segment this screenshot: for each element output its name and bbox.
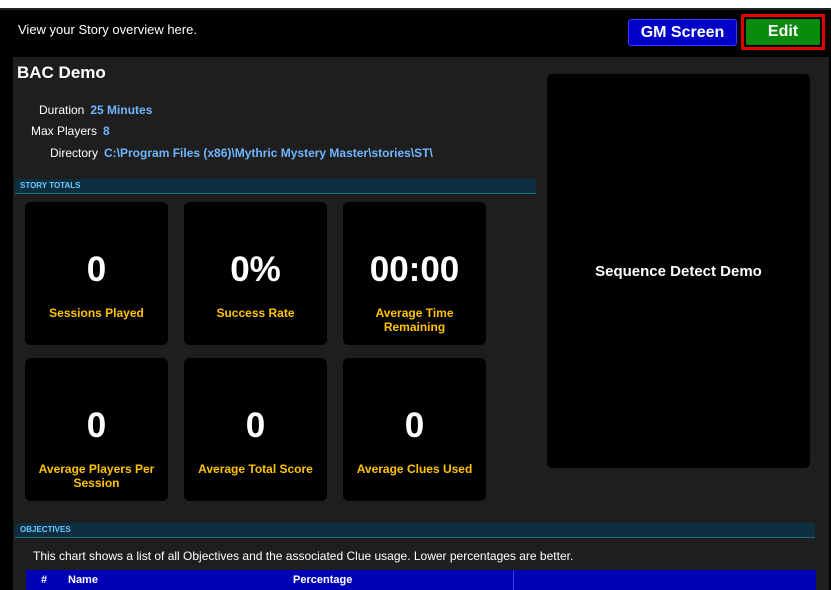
- stat-value: 0: [86, 250, 107, 289]
- story-totals-header: STORY TOTALS: [15, 179, 536, 194]
- edit-button[interactable]: Edit: [746, 19, 820, 45]
- stat-label: Average Clues Used: [356, 462, 473, 476]
- stat-value: 0: [245, 406, 266, 445]
- stat-card-average-players: 0 Average Players Per Session: [25, 358, 168, 501]
- duration-row: Duration 25 Minutes: [39, 103, 152, 117]
- column-divider: [513, 570, 514, 590]
- header-instruction: View your Story overview here.: [18, 22, 197, 37]
- column-header-number[interactable]: #: [41, 574, 47, 586]
- column-header-percentage[interactable]: Percentage: [293, 574, 352, 586]
- column-header-name[interactable]: Name: [68, 574, 98, 586]
- stat-label: Sessions Played: [49, 306, 144, 320]
- max-players-value: 8: [103, 124, 110, 138]
- stat-label: Success Rate: [216, 306, 295, 320]
- max-players-row: Max Players 8: [31, 124, 110, 138]
- stat-card-average-clues-used: 0 Average Clues Used: [343, 358, 486, 501]
- directory-value: C:\Program Files (x86)\Mythric Mystery M…: [104, 146, 433, 160]
- max-players-label: Max Players: [31, 124, 98, 138]
- duration-value: 25 Minutes: [90, 103, 153, 117]
- stat-label: Average Total Score: [198, 462, 313, 476]
- stat-value: 0: [404, 406, 425, 445]
- directory-row: Directory C:\Program Files (x86)\Mythric …: [50, 146, 433, 160]
- stat-card-average-time-remaining: 00:00 Average Time Remaining: [343, 202, 486, 345]
- stat-value: 0%: [230, 250, 281, 289]
- stat-label: Average Players Per Session: [38, 462, 155, 490]
- objectives-description: This chart shows a list of all Objective…: [33, 549, 574, 563]
- story-panel: BAC Demo Duration 25 Minutes Max Players 8…: [13, 57, 829, 590]
- stat-label: Average Time Remaining: [375, 306, 454, 334]
- story-image-card: Sequence Detect Demo: [547, 74, 810, 468]
- stat-card-success-rate: 0% Success Rate: [184, 202, 327, 345]
- stat-value: 00:00: [369, 250, 460, 289]
- story-image-title: Sequence Detect Demo: [595, 263, 762, 280]
- stat-value: 0: [86, 406, 107, 445]
- stat-card-average-total-score: 0 Average Total Score: [184, 358, 327, 501]
- story-title: BAC Demo: [17, 63, 106, 82]
- header-bar: View your Story overview here. GM Screen…: [0, 10, 831, 52]
- gm-screen-button[interactable]: GM Screen: [628, 19, 737, 46]
- story-overview-app: View your Story overview here. GM Screen…: [0, 10, 831, 590]
- objectives-header: OBJECTIVES: [15, 523, 815, 538]
- duration-label: Duration: [39, 103, 85, 117]
- edit-highlight-box: Edit: [741, 14, 825, 50]
- objectives-table-header: # Name Percentage: [26, 570, 816, 590]
- stat-card-sessions-played: 0 Sessions Played: [25, 202, 168, 345]
- directory-label: Directory: [50, 146, 99, 160]
